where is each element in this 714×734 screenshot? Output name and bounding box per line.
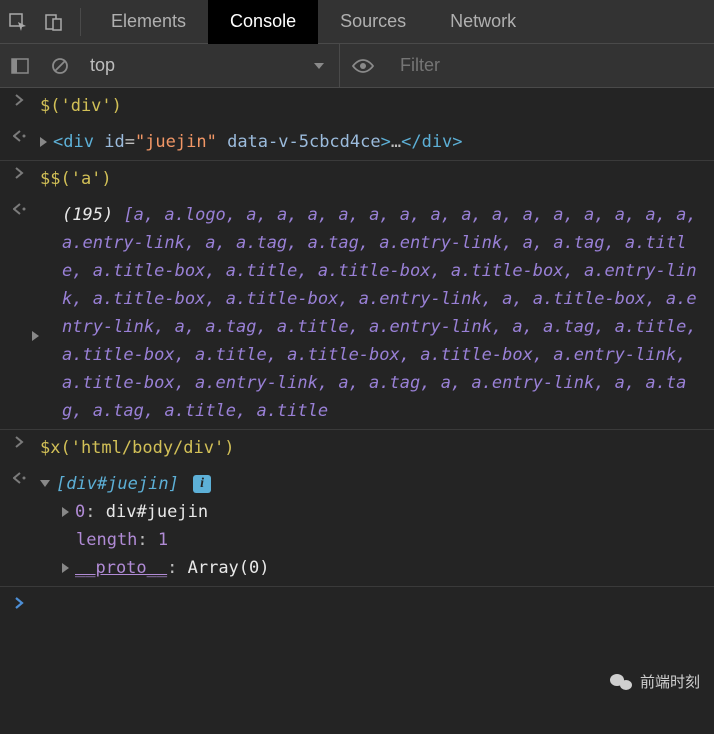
chevron-down-icon bbox=[313, 60, 325, 72]
tab-sources[interactable]: Sources bbox=[318, 0, 428, 44]
expand-icon[interactable] bbox=[32, 331, 39, 341]
output-icon bbox=[0, 201, 40, 425]
tab-network[interactable]: Network bbox=[428, 0, 538, 44]
console-sidebar-toggle-icon[interactable] bbox=[0, 44, 40, 88]
filter-container bbox=[386, 44, 714, 88]
console-input-text: $('div') bbox=[40, 96, 122, 116]
expand-icon[interactable] bbox=[62, 507, 69, 517]
console-toolbar: top bbox=[0, 44, 714, 88]
console-result-row: <div id="juejin" data-v-5cbcd4ce>…</div> bbox=[0, 124, 714, 161]
output-icon bbox=[0, 128, 40, 156]
live-expression-icon[interactable] bbox=[340, 58, 386, 74]
input-prompt-icon bbox=[0, 165, 40, 193]
info-icon[interactable]: i bbox=[193, 475, 211, 493]
console-input-row: $('div') bbox=[0, 88, 714, 124]
clear-console-icon[interactable] bbox=[40, 44, 80, 88]
console-result-row: (195) [a, a.logo, a, a, a, a, a, a, a, a… bbox=[0, 197, 714, 430]
filter-input[interactable] bbox=[400, 55, 714, 76]
console-input-text: $x('html/body/div') bbox=[40, 438, 234, 458]
wechat-icon bbox=[610, 672, 634, 692]
devtools-tabbar: Elements Console Sources Network bbox=[0, 0, 714, 44]
execution-context-selector[interactable]: top bbox=[80, 44, 340, 88]
array-preview[interactable]: (195) [a, a.logo, a, a, a, a, a, a, a, a… bbox=[40, 201, 714, 425]
inspect-element-icon[interactable] bbox=[0, 0, 36, 44]
console-input-row: $$('a') bbox=[0, 161, 714, 197]
dom-node-preview[interactable]: <div id="juejin" data-v-5cbcd4ce>…</div> bbox=[40, 128, 714, 156]
expanded-array[interactable]: [div#juejin] i 0: div#juejin length: 1 _… bbox=[40, 470, 714, 582]
expand-icon[interactable] bbox=[62, 563, 69, 573]
tab-console[interactable]: Console bbox=[208, 0, 318, 44]
watermark-text: 前端时刻 bbox=[640, 671, 700, 692]
tab-elements[interactable]: Elements bbox=[89, 0, 208, 44]
console-input-row: $x('html/body/div') bbox=[0, 430, 714, 466]
console-input-text: $$('a') bbox=[40, 169, 112, 189]
input-prompt-icon bbox=[0, 92, 40, 120]
prompt-icon bbox=[0, 597, 40, 609]
watermark: 前端时刻 bbox=[610, 671, 700, 692]
output-icon bbox=[0, 470, 40, 582]
device-toolbar-icon[interactable] bbox=[36, 0, 72, 44]
input-prompt-icon bbox=[0, 434, 40, 462]
console-output: $('div') <div id="juejin" data-v-5cbcd4c… bbox=[0, 88, 714, 619]
expand-icon[interactable] bbox=[40, 137, 47, 147]
collapse-icon[interactable] bbox=[40, 480, 50, 487]
context-label: top bbox=[90, 55, 115, 76]
console-prompt[interactable] bbox=[0, 587, 714, 619]
console-result-row: [div#juejin] i 0: div#juejin length: 1 _… bbox=[0, 466, 714, 587]
